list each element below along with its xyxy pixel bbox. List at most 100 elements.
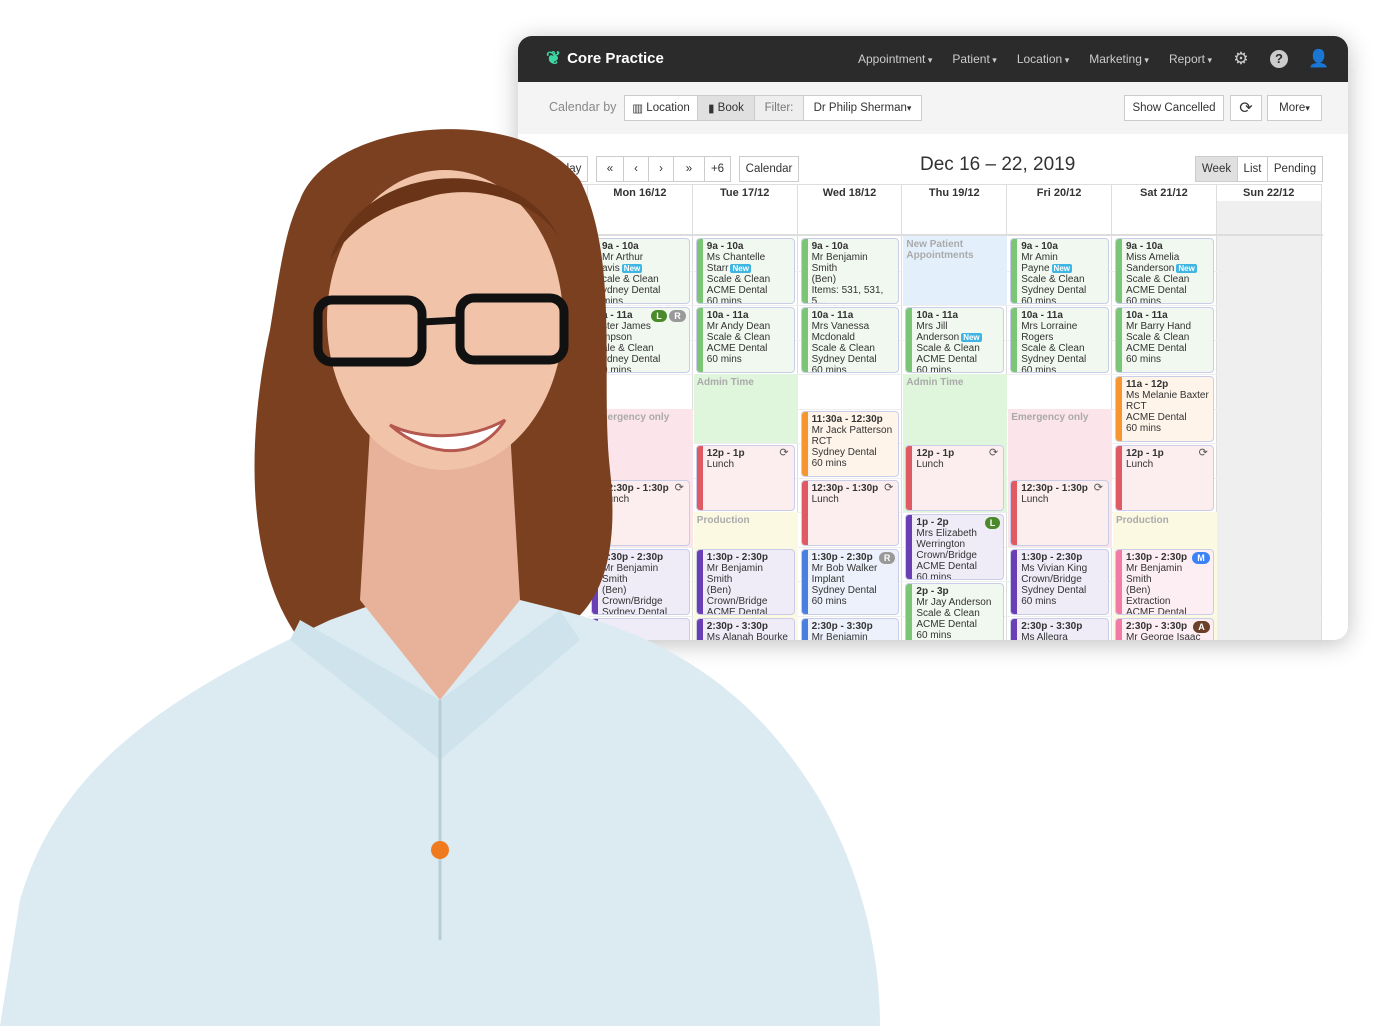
- appointment-detail-text: Scale & Clean: [706, 332, 771, 343]
- appointment-detail: Lunch: [812, 494, 896, 505]
- appointment-card[interactable]: 11:30a - 12:30p Mr Jack Patterson RCT Sydne…: [800, 410, 900, 477]
- appointment-card[interactable]: 1:30p - 2:30p Mr Benjamin Smith (Ben) Extra…: [1115, 548, 1214, 615]
- appointment-card[interactable]: 2p - 3p Mr Jay Anderson Scale & Clean ACME …: [905, 583, 1005, 640]
- appointment-detail: Scale & Clean: [812, 343, 896, 354]
- appointment-detail-text: cale & Clean: [602, 274, 659, 285]
- appointment-card[interactable]: 2:30p - 3:30p Ms Alanah Bourke: [695, 617, 795, 640]
- appointment-detail-text: ACME Dental: [1126, 343, 1187, 354]
- refresh-icon[interactable]: ⟳: [1230, 95, 1262, 121]
- appointment-time: 12p - 1p: [916, 448, 955, 459]
- appointment-detail: mpson: [602, 332, 686, 343]
- menu-patient[interactable]: Patient: [952, 52, 996, 66]
- next-button[interactable]: ›: [648, 156, 674, 182]
- appointment-card[interactable]: 12:30p - 1:30p Lunch ⟳: [591, 479, 690, 546]
- help-icon[interactable]: ?: [1270, 50, 1288, 68]
- day-header: Sat 21/12: [1112, 184, 1217, 201]
- appointment-detail: Sydney Dental: [1021, 585, 1105, 596]
- status-color-bar: [696, 239, 703, 303]
- appointment-detail: Mr Barry Hand: [1126, 321, 1210, 332]
- appointment-card[interactable]: 12:30p - 1:30p Lunch ⟳: [1010, 479, 1109, 546]
- appointment-detail-text: Lunch: [916, 459, 944, 470]
- location-button[interactable]: ▥ Location: [624, 95, 698, 121]
- first-button[interactable]: «: [596, 156, 624, 182]
- appointment-detail-text: Mr Benjamin Smith: [811, 252, 868, 274]
- prev-button[interactable]: ‹: [623, 156, 649, 182]
- appointment-card[interactable]: 10a - 11a Mrs Lorraine Rogers Scale & Clea…: [1010, 307, 1109, 373]
- view-week[interactable]: Week: [1195, 156, 1238, 182]
- appointment-detail-text: mins: [602, 296, 624, 304]
- appointment-card[interactable]: 10a - 11a Mr Andy Dean Scale & Clean ACME D…: [695, 307, 795, 373]
- gear-icon[interactable]: ⚙: [1232, 50, 1250, 68]
- appointment-detail-text: Crown/Bridge: [916, 550, 977, 561]
- appointment-card[interactable]: 10a - 11a Mrs Vanessa Mcdonald Scale & Clea…: [800, 307, 900, 373]
- appointment-detail: (Ben): [602, 585, 686, 596]
- appointment-detail: Mr George Isaac: [1126, 632, 1210, 641]
- appointment-detail-text: Mr Bob Walker: [811, 562, 878, 574]
- appointment-card[interactable]: 1:30p - 2:30p Ms Vivian King Crown/Bridge S…: [1010, 548, 1109, 615]
- appointment-card[interactable]: 1:30p - 2:30p Mr Benjamin Smith (Ben) Crown…: [695, 548, 795, 615]
- appointment-card[interactable]: 12p - 1p Lunch ⟳: [695, 445, 795, 511]
- new-patient-badge: New: [621, 264, 643, 273]
- status-badge: R: [878, 551, 896, 564]
- plus-weeks-button[interactable]: +6: [704, 156, 731, 182]
- today-button[interactable]: Today: [544, 156, 588, 182]
- appointment-detail: Mr Benjamin Smith: [812, 252, 896, 274]
- appointment-detail: Scale & Clean: [1021, 274, 1105, 285]
- appointment-detail: Scale & Clean: [707, 332, 791, 343]
- show-cancelled-button[interactable]: Show Cancelled: [1124, 95, 1224, 121]
- appointment-detail-text: Starr: [706, 263, 729, 274]
- appointment-detail-text: Ms Allegra Gaetano: [1021, 631, 1068, 641]
- appointment-card[interactable]: 9a - 10a Mr Amin Payne New Scale & Clean Sydn…: [1010, 238, 1109, 304]
- appointment-detail-text: ydney Dental: [602, 354, 661, 365]
- appointment-card[interactable]: 1p - 2p Mrs Elizabeth Werrington Crown/Brid…: [905, 514, 1005, 580]
- appointment-card[interactable]: 9a - 10a Miss Amelia Sanderson New Scale & C…: [1115, 238, 1214, 304]
- appointment-card[interactable]: 9a - 10a Ms Chantelle Starr New Scale & Clea…: [695, 238, 795, 304]
- appointment-detail-text: Miss Amelia: [1126, 252, 1180, 263]
- appointment-detail: Crown/Bridge: [1021, 574, 1105, 585]
- appointment-time: 9a - 10a: [706, 241, 744, 252]
- view-list[interactable]: List: [1237, 156, 1268, 182]
- day-header: Tue 17/12: [692, 184, 798, 201]
- book-button[interactable]: ▮ Book: [697, 95, 755, 121]
- user-icon[interactable]: 👤: [1308, 50, 1329, 68]
- appointment-card[interactable]: 10a - 11a Mr Barry Hand Scale & Clean ACME …: [1115, 307, 1214, 373]
- calendar-button[interactable]: Calendar: [739, 156, 799, 182]
- appointment-card[interactable]: [591, 617, 690, 640]
- new-patient-badge: New: [961, 333, 982, 342]
- appointment-card[interactable]: 1:30p - 2:30p Mr Bob Walker Implant Sydney …: [800, 548, 900, 615]
- appointment-detail: ster James: [602, 321, 686, 332]
- menu-marketing[interactable]: Marketing: [1089, 52, 1149, 66]
- menu-location[interactable]: Location: [1017, 52, 1069, 66]
- logo[interactable]: ❦ Core Practice: [546, 48, 664, 69]
- repeat-icon: ⟳: [1198, 447, 1208, 459]
- calendar-by-label: Calendar by: [549, 100, 617, 114]
- appointment-card[interactable]: 9a - 10a Mr Benjamin Smith (Ben) Items: 531…: [800, 238, 900, 304]
- appointment-card[interactable]: 9a - 10a Mr Arthur avis New cale & Clean ydne…: [591, 238, 690, 304]
- appointment-card[interactable]: 10a - 11a Mrs Jill Anderson New Scale & Clea…: [905, 307, 1005, 373]
- tooth-logo-icon: ❦: [546, 48, 562, 68]
- last-button[interactable]: »: [673, 156, 705, 182]
- appointment-card[interactable]: 12:30p - 1:30p Lunch ⟳: [800, 479, 900, 546]
- status-color-bar: [906, 584, 913, 640]
- appointment-detail: ACME Dental: [707, 285, 791, 296]
- more-dropdown[interactable]: More: [1267, 95, 1322, 121]
- appointment-card[interactable]: a - 11a ster James mpson ale & Clean ydney D…: [591, 307, 690, 373]
- appointment-detail: Sydney Dental: [812, 585, 896, 596]
- status-color-bar: [592, 308, 598, 372]
- view-pending[interactable]: Pending: [1267, 156, 1323, 182]
- menu-appointment[interactable]: Appointment: [858, 52, 932, 66]
- appointment-detail: 60 mins: [1126, 423, 1210, 434]
- appointment-card[interactable]: 12p - 1p Lunch ⟳: [1115, 445, 1214, 511]
- appointment-detail: Mr Bob Walker: [812, 563, 896, 574]
- appointment-card[interactable]: 2:30p - 3:30pMr Benjamin Smith: [800, 617, 900, 640]
- menu-report[interactable]: Report: [1169, 52, 1212, 66]
- appointment-card[interactable]: 1:30p - 2:30p Mr Benjamin Smith (Ben) Crown…: [591, 548, 690, 615]
- provider-filter-dropdown[interactable]: Dr Philip Sherman: [803, 95, 922, 121]
- appointment-card[interactable]: 2:30p - 3:30p Mr George Isaac A: [1115, 617, 1214, 641]
- appointment-detail-text: Lunch: [811, 493, 839, 505]
- appointment-card[interactable]: 11a - 12p Ms Melanie Baxter RCT ACME Dental…: [1115, 376, 1214, 442]
- appointment-card[interactable]: 12p - 1p Lunch ⟳: [905, 445, 1005, 511]
- appointment-time: 10a - 11a: [706, 310, 749, 321]
- appointment-time: 2p - 3p: [916, 586, 949, 597]
- appointment-card[interactable]: 2:30p - 3:30pMs Allegra Gaetano: [1010, 617, 1109, 641]
